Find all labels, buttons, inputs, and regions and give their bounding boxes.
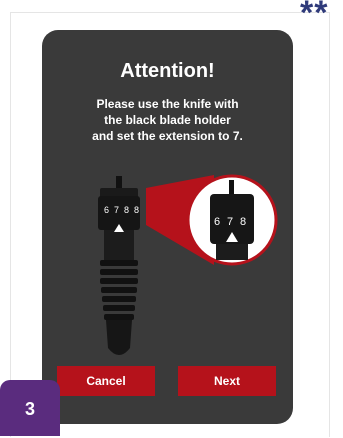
attention-dialog: Attention! Please use the knife with the… (42, 30, 293, 424)
next-button[interactable]: Next (178, 366, 276, 396)
knob-mark: 6 (104, 205, 109, 215)
step-badge: 3 (0, 380, 60, 436)
zoom-knob-mark: 8 (240, 216, 246, 228)
knob-mark: 8 (124, 205, 129, 215)
cancel-button[interactable]: Cancel (57, 366, 155, 396)
corner-mark: ** (300, 0, 329, 32)
zoom-detail: 6 7 8 (186, 174, 278, 266)
knob-mark: 7 (114, 205, 119, 215)
blade-holder-main: 6 7 8 8 (98, 176, 140, 355)
zoom-knob-mark: 7 (227, 216, 233, 228)
knob-mark: 8 (134, 205, 139, 215)
zoom-knob-mark: 6 (214, 216, 220, 228)
blade-holder-illustration: 6 7 8 8 6 7 8 (98, 174, 278, 355)
